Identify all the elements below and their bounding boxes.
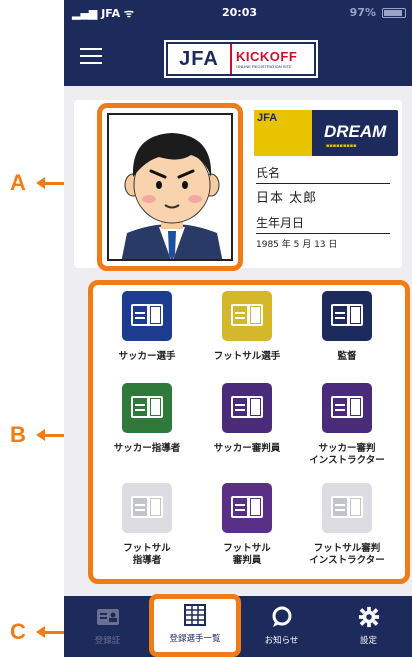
battery-icon bbox=[382, 8, 406, 18]
license-tile[interactable]: サッカー選手 bbox=[97, 291, 197, 363]
license-card-icon bbox=[322, 383, 372, 433]
license-card-icon bbox=[222, 291, 272, 341]
name-label: 氏名 bbox=[256, 164, 390, 184]
license-card-icon bbox=[122, 291, 172, 341]
license-tile-label: サッカー選手 bbox=[118, 351, 176, 362]
license-tile-label: サッカー指導者 bbox=[113, 443, 181, 454]
tab-player-list-label: 登録選手一覧 bbox=[169, 634, 221, 644]
profile-photo bbox=[107, 113, 233, 261]
license-tile-label: フットサル 審判員 bbox=[223, 543, 271, 566]
dream-text: DREAM bbox=[324, 122, 387, 141]
license-card-icon bbox=[122, 483, 172, 533]
license-tile-label: フットサル選手 bbox=[213, 351, 281, 362]
tab-id-card-label: 登録証 bbox=[94, 636, 121, 646]
logo-jfa-text: JFA bbox=[179, 47, 219, 70]
dob-field: 生年月日 1985 年 5 月 13 日 bbox=[256, 214, 390, 250]
logo-tagline: ONLINE REGISTRATION SITE bbox=[236, 64, 292, 69]
license-card-icon bbox=[322, 291, 372, 341]
clock: 20:03 bbox=[222, 6, 258, 19]
signal-icon: ▂▄▆ bbox=[72, 7, 102, 20]
tab-settings-label: 設定 bbox=[359, 636, 377, 646]
crest-text: JFA bbox=[257, 112, 278, 124]
license-tile[interactable]: フットサル選手 bbox=[197, 291, 297, 363]
carrier-label: ▂▄▆ JFA ᯤ bbox=[72, 6, 134, 21]
tab-chat[interactable]: お知らせ bbox=[238, 596, 325, 657]
header-bar: JFA KICKOFF ONLINE REGISTRATION SITE bbox=[64, 26, 412, 86]
tab-player-list[interactable]: 登録選手一覧 bbox=[149, 594, 241, 657]
tab-settings[interactable]: 設定 bbox=[325, 596, 412, 657]
license-tile-label: サッカー審判 インストラクター bbox=[309, 443, 385, 466]
id-card-icon bbox=[96, 606, 120, 628]
logo-kickoff-block: KICKOFF ONLINE REGISTRATION SITE bbox=[230, 44, 314, 74]
license-tile[interactable]: サッカー指導者 bbox=[97, 383, 197, 455]
license-tile[interactable]: フットサル 指導者 bbox=[97, 483, 197, 567]
gear-icon bbox=[357, 606, 381, 628]
screenshot-stage: A B C ▂▄▆ JFA ᯤ 20:03 97% JFA KICKOFF ON… bbox=[0, 0, 412, 657]
status-bar: ▂▄▆ JFA ᯤ 20:03 97% bbox=[64, 0, 412, 26]
name-field: 氏名 日本 太郎 bbox=[256, 164, 390, 206]
license-card-icon bbox=[222, 483, 272, 533]
profile-card: JFA DREAM ▪▪▪▪▪▪▪▪▪ 氏名 日本 太郎 生年月日 1985 年… bbox=[74, 100, 402, 271]
wifi-icon: ᯤ bbox=[123, 7, 134, 20]
logo-kickoff-text: KICKOFF bbox=[236, 49, 298, 64]
carrier-name: JFA bbox=[101, 7, 121, 20]
dream-subtext: ▪▪▪▪▪▪▪▪▪ bbox=[326, 143, 357, 149]
name-value: 日本 太郎 bbox=[256, 191, 318, 206]
dream-badge: JFA DREAM ▪▪▪▪▪▪▪▪▪ bbox=[254, 110, 398, 156]
tab-chat-label: お知らせ bbox=[264, 636, 299, 646]
jfa-crest-icon: JFA bbox=[254, 110, 312, 156]
dob-label: 生年月日 bbox=[256, 214, 390, 234]
annotation-b: B bbox=[10, 422, 26, 447]
chat-bubble-icon bbox=[270, 606, 294, 628]
kickoff-logo: JFA KICKOFF ONLINE REGISTRATION SITE bbox=[164, 40, 318, 78]
license-grid: サッカー選手 フットサル選手 監督サッカー指導者 サッカー審判員 サッカー審判 インスト… bbox=[88, 280, 410, 584]
list-grid-icon bbox=[183, 604, 207, 626]
license-tile[interactable]: サッカー審判員 bbox=[197, 383, 297, 455]
phone-screen: ▂▄▆ JFA ᯤ 20:03 97% JFA KICKOFF ONLINE R… bbox=[64, 0, 412, 657]
battery-percent: 97% bbox=[349, 6, 376, 19]
tab-id-card[interactable]: 登録証 bbox=[64, 596, 151, 657]
license-card-icon bbox=[322, 483, 372, 533]
license-tile-label: 監督 bbox=[337, 351, 357, 362]
license-tile-label: フットサル 指導者 bbox=[123, 543, 171, 566]
license-tile[interactable]: 監督 bbox=[297, 291, 397, 363]
avatar-illustration bbox=[121, 133, 223, 259]
license-tile[interactable]: フットサル 審判員 bbox=[197, 483, 297, 567]
license-tile[interactable]: フットサル審判 インストラクター bbox=[297, 483, 397, 567]
license-tile-label: フットサル審判 インストラクター bbox=[309, 543, 385, 566]
annotation-c: C bbox=[10, 619, 26, 644]
dob-value: 1985 年 5 月 13 日 bbox=[256, 240, 338, 250]
profile-photo-frame bbox=[97, 103, 243, 271]
annotation-a: A bbox=[10, 170, 26, 195]
license-card-icon bbox=[122, 383, 172, 433]
license-card-icon bbox=[222, 383, 272, 433]
menu-icon[interactable] bbox=[80, 48, 102, 64]
license-tile-label: サッカー審判員 bbox=[213, 443, 281, 454]
license-tile[interactable]: サッカー審判 インストラクター bbox=[297, 383, 397, 467]
